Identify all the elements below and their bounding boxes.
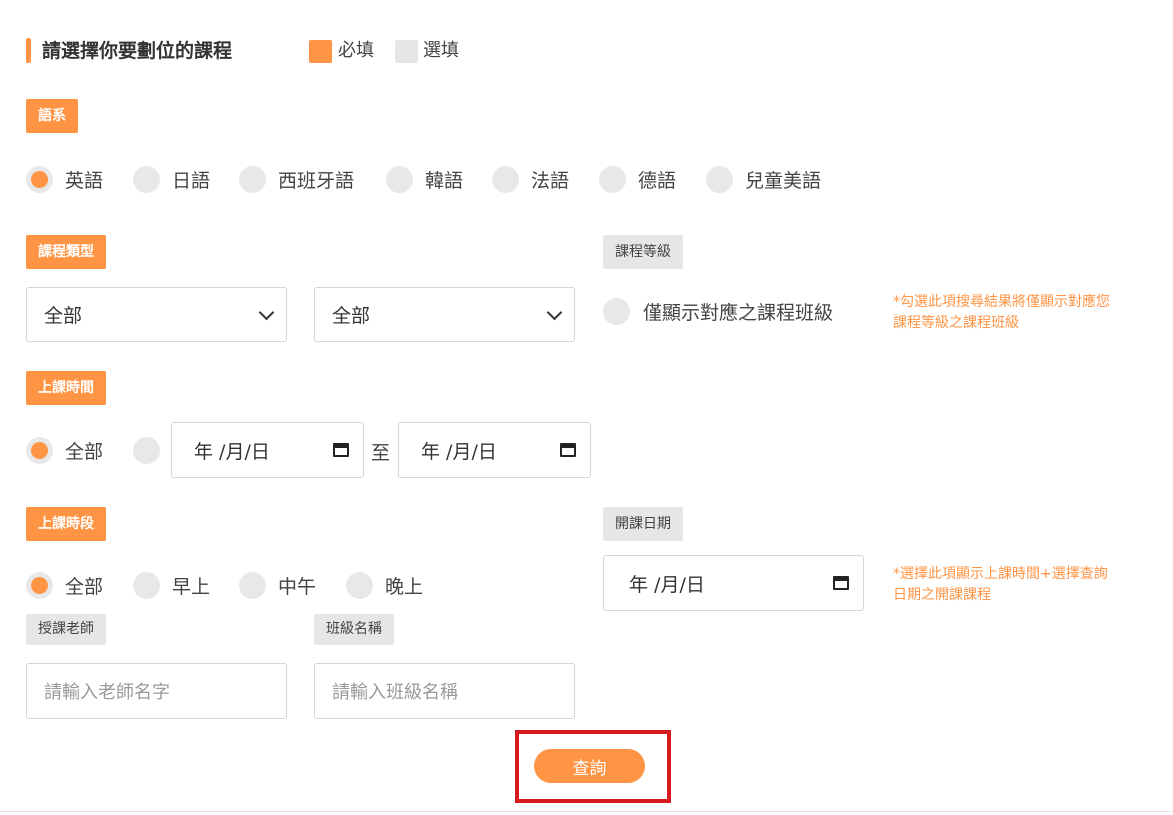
language-option-label: 西班牙語 (278, 170, 355, 192)
optional-legend-label: 選填 (423, 40, 459, 61)
language-radio-spanish[interactable]: 西班牙語 (239, 166, 354, 193)
radio-selected-icon (26, 166, 53, 193)
language-radio-french[interactable]: 法語 (492, 166, 569, 193)
page-title: 請選擇你要劃位的課程 (42, 40, 233, 62)
start-date-tag: 開課日期 (603, 507, 683, 541)
class-time-date-from[interactable]: 年 /月/日 (171, 422, 364, 478)
language-option-label: 德語 (638, 170, 677, 192)
checkbox-icon (603, 298, 630, 325)
time-slot-radio-noon[interactable]: 中午 (239, 572, 316, 599)
time-slot-radio-evening[interactable]: 晚上 (346, 572, 423, 599)
radio-selected-icon (26, 572, 53, 599)
calendar-icon[interactable] (833, 576, 849, 590)
teacher-name-input[interactable]: 請輸入老師名字 (26, 663, 287, 719)
radio-icon (133, 166, 160, 193)
time-slot-radio-all[interactable]: 全部 (26, 572, 103, 599)
chevron-down-icon (258, 304, 275, 320)
select-value: 全部 (332, 305, 371, 327)
course-level-tag: 課程等級 (603, 235, 683, 269)
time-slot-radio-morning[interactable]: 早上 (133, 572, 210, 599)
radio-icon (386, 166, 413, 193)
note-line: *勾選此項搜尋結果將僅顯示對應您 (893, 294, 1110, 310)
class-name-input[interactable]: 請輸入班級名稱 (314, 663, 575, 719)
bottom-divider (0, 811, 1173, 812)
calendar-icon[interactable] (333, 443, 349, 457)
class-name-tag: 班級名稱 (314, 614, 394, 645)
radio-icon (599, 166, 626, 193)
class-time-radio-range[interactable] (133, 437, 160, 464)
start-date-note: *選擇此項顯示上課時間+選擇查詢 日期之開課課程 (893, 564, 1108, 606)
radio-icon (492, 166, 519, 193)
course-type-tag: 課程類型 (26, 235, 106, 269)
time-slot-option-label: 晚上 (385, 576, 424, 598)
language-radio-german[interactable]: 德語 (599, 166, 676, 193)
language-option-label: 法語 (531, 170, 570, 192)
radio-icon (133, 572, 160, 599)
time-slot-option-label: 中午 (278, 576, 317, 598)
time-slot-option-label: 早上 (172, 576, 211, 598)
course-level-checkbox-label: 僅顯示對應之課程班級 (643, 302, 834, 324)
date-value: 年 /月/日 (629, 573, 705, 596)
note-line: *選擇此項顯示上課時間+選擇查詢 (893, 566, 1108, 582)
course-level-note: *勾選此項搜尋結果將僅顯示對應您 課程等級之課程班級 (893, 292, 1110, 334)
class-time-date-to[interactable]: 年 /月/日 (398, 422, 591, 478)
language-radio-english[interactable]: 英語 (26, 166, 103, 193)
note-line: 課程等級之課程班級 (893, 315, 1019, 331)
language-option-label: 兒童美語 (745, 170, 822, 192)
calendar-icon[interactable] (560, 443, 576, 457)
radio-icon (239, 572, 266, 599)
teacher-tag: 授課老師 (26, 614, 106, 645)
radio-icon (133, 437, 160, 464)
course-type-select-1[interactable]: 全部 (26, 287, 287, 342)
language-option-label: 韓語 (425, 170, 464, 192)
language-tag: 語系 (26, 99, 78, 133)
language-radio-japanese[interactable]: 日語 (133, 166, 210, 193)
title-accent-bar (26, 38, 31, 63)
radio-icon (706, 166, 733, 193)
required-legend-label: 必填 (338, 40, 374, 61)
radio-icon (346, 572, 373, 599)
course-level-checkbox[interactable]: 僅顯示對應之課程班級 (603, 298, 833, 325)
date-value: 年 /月/日 (194, 440, 270, 463)
class-time-tag: 上課時間 (26, 371, 106, 405)
language-radio-kids-english[interactable]: 兒童美語 (706, 166, 821, 193)
time-slot-option-label: 全部 (65, 576, 104, 598)
language-option-label: 英語 (65, 170, 104, 192)
radio-icon (239, 166, 266, 193)
required-legend-swatch (309, 40, 332, 63)
highlight-box (515, 730, 671, 803)
start-date-input[interactable]: 年 /月/日 (603, 555, 864, 611)
select-value: 全部 (44, 305, 83, 327)
date-value: 年 /月/日 (421, 440, 497, 463)
date-range-separator: 至 (371, 442, 391, 464)
class-time-all-label: 全部 (65, 441, 104, 463)
language-radio-korean[interactable]: 韓語 (386, 166, 463, 193)
language-option-label: 日語 (172, 170, 211, 192)
chevron-down-icon (546, 304, 563, 320)
optional-legend-swatch (395, 40, 418, 63)
radio-selected-icon (26, 437, 53, 464)
course-type-select-2[interactable]: 全部 (314, 287, 575, 342)
class-time-radio-all[interactable]: 全部 (26, 437, 103, 464)
time-slot-tag: 上課時段 (26, 507, 106, 541)
note-line: 日期之開課課程 (893, 587, 991, 603)
